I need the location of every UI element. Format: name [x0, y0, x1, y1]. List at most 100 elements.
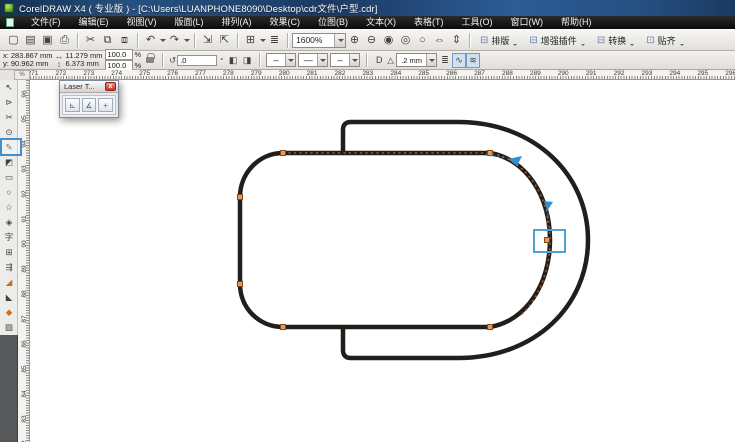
- polygon-tool[interactable]: ☆: [0, 200, 18, 215]
- close-curve-icon[interactable]: D: [372, 53, 386, 68]
- selected-segment-ticks: [283, 153, 550, 314]
- title-bar[interactable]: CorelDRAW X4 ( 专业版 ) - [C:\Users\LUANPHO…: [0, 0, 735, 16]
- laser-palette-titlebar[interactable]: Laser T... x: [60, 81, 118, 93]
- start-arrowhead-arrow[interactable]: [285, 54, 295, 66]
- new-icon[interactable]: ▢: [5, 31, 22, 49]
- interactive-fill-tool[interactable]: ▨: [0, 320, 18, 335]
- snap-dropdown-icon: [680, 44, 684, 46]
- object-height-value[interactable]: 6.373 mm: [66, 60, 99, 68]
- layout-plugin-button[interactable]: ⊟ 排版: [474, 31, 523, 49]
- curve-node[interactable]: [545, 238, 550, 243]
- undo-icon[interactable]: ↶: [142, 31, 159, 49]
- zoom-combo-arrow[interactable]: [334, 34, 345, 47]
- curve-node[interactable]: [488, 151, 493, 156]
- zoom-selected-icon[interactable]: ◉: [380, 31, 397, 49]
- zoom-level-combo[interactable]: 1600%: [292, 33, 346, 48]
- import-icon[interactable]: ⇲: [199, 31, 216, 49]
- end-arrowhead-arrow[interactable]: [349, 54, 359, 66]
- y-position-value[interactable]: 90.962 mm: [11, 60, 49, 68]
- paste-icon[interactable]: ⧈: [116, 31, 133, 49]
- snap-plugin-button[interactable]: ⊡ 贴齐: [640, 31, 689, 49]
- zoom-width-icon[interactable]: ⇔: [431, 31, 448, 49]
- menu-item[interactable]: 视图(V): [118, 16, 166, 29]
- scale-x-input[interactable]: 100.0: [105, 49, 133, 60]
- fill-tool[interactable]: ◆: [0, 305, 18, 320]
- blend-tool[interactable]: ⇶: [0, 260, 18, 275]
- toolbar-separator: [137, 33, 138, 48]
- line-style-arrow[interactable]: [317, 54, 327, 66]
- menu-item[interactable]: 表格(T): [405, 16, 453, 29]
- wrap-text-icon[interactable]: ≣: [438, 53, 452, 68]
- menu-item[interactable]: 帮助(H): [552, 16, 601, 29]
- lock-ratio-icon[interactable]: [146, 57, 154, 63]
- mirror-vertical-icon[interactable]: ◨: [240, 53, 254, 68]
- menu-item[interactable]: 位图(B): [309, 16, 357, 29]
- document-icon[interactable]: [6, 18, 14, 27]
- rotation-angle-input[interactable]: .0: [177, 55, 217, 66]
- laser-node-tool[interactable]: ⊾: [65, 98, 80, 112]
- text-tool[interactable]: 字: [0, 230, 18, 245]
- menu-item[interactable]: 版面(L): [166, 16, 213, 29]
- zoom-all-icon[interactable]: ◎: [397, 31, 414, 49]
- vertical-ruler[interactable]: 969594939291908988878685848382: [18, 80, 30, 442]
- curve-smooth-toggle[interactable]: ≋: [466, 53, 480, 68]
- outline-width-combo[interactable]: .2 mm: [396, 53, 437, 67]
- rectangle-tool[interactable]: ▭: [0, 170, 18, 185]
- redo-dropdown-icon[interactable]: [184, 39, 190, 42]
- menu-item[interactable]: 排列(A): [213, 16, 261, 29]
- pick-tool[interactable]: ↖: [0, 80, 18, 95]
- save-icon[interactable]: ▣: [39, 31, 56, 49]
- curve-node[interactable]: [281, 325, 286, 330]
- reduce-nodes-toggle[interactable]: ∿: [452, 53, 466, 68]
- zoom-page-icon[interactable]: ○: [414, 31, 431, 49]
- eyedropper-tool[interactable]: ◢: [0, 275, 18, 290]
- curve-node[interactable]: [238, 282, 243, 287]
- laser-cross-tool[interactable]: +: [98, 98, 113, 112]
- end-arrowhead-combo[interactable]: –: [330, 53, 360, 67]
- laser-curve-tool[interactable]: ∡: [82, 98, 97, 112]
- basic-shapes-tool[interactable]: ◈: [0, 215, 18, 230]
- menu-item[interactable]: 文本(X): [357, 16, 405, 29]
- ruler-origin-button[interactable]: %: [14, 70, 30, 80]
- print-icon[interactable]: ⎙: [56, 31, 73, 49]
- ellipse-tool[interactable]: ○: [0, 185, 18, 200]
- line-style-combo[interactable]: —: [298, 53, 328, 67]
- open-icon[interactable]: ▤: [22, 31, 39, 49]
- menu-item[interactable]: 工具(O): [453, 16, 502, 29]
- convert-plugin-button[interactable]: ⊟ 转换: [591, 31, 640, 49]
- shape-tool[interactable]: ⊳: [0, 95, 18, 110]
- drawing-canvas[interactable]: Laser T... x ⊾ ∡ +: [30, 80, 735, 442]
- menu-items: 文件(F)编辑(E)视图(V)版面(L)排列(A)效果(C)位图(B)文本(X)…: [22, 16, 601, 29]
- table-tool[interactable]: ⊞: [0, 245, 18, 260]
- copy-icon[interactable]: ⧉: [99, 31, 116, 49]
- mirror-horizontal-icon[interactable]: ◧: [226, 53, 240, 68]
- curve-node[interactable]: [281, 151, 286, 156]
- app-launcher-icon[interactable]: ⊞: [242, 31, 259, 49]
- start-arrowhead-combo[interactable]: –: [266, 53, 296, 67]
- enhance-plugin-button[interactable]: ⊟ 增强插件: [523, 31, 590, 49]
- laser-tool-palette[interactable]: Laser T... x ⊾ ∡ +: [59, 80, 119, 118]
- knife-tool[interactable]: ✂: [0, 110, 18, 125]
- export-icon[interactable]: ⇱: [216, 31, 233, 49]
- redo-icon[interactable]: ↷: [166, 31, 183, 49]
- zoom-out-icon[interactable]: ⊖: [363, 31, 380, 49]
- end-arrowhead-value: –: [331, 55, 349, 65]
- size-fields: ↔ 11.279 mm ↕ 6.373 mm: [55, 52, 103, 68]
- zoom-in-icon[interactable]: ⊕: [346, 31, 363, 49]
- selected-stadium-curve[interactable]: [240, 153, 550, 327]
- propbar-separator: [366, 53, 367, 67]
- curve-node[interactable]: [488, 325, 493, 330]
- menu-item[interactable]: 编辑(E): [70, 16, 118, 29]
- zoom-height-icon[interactable]: ⇕: [448, 31, 465, 49]
- close-icon[interactable]: x: [105, 82, 116, 91]
- menu-item[interactable]: 效果(C): [261, 16, 310, 29]
- outline-tool[interactable]: ◣: [0, 290, 18, 305]
- curve-node[interactable]: [238, 195, 243, 200]
- smart-fill-tool[interactable]: ◩: [0, 155, 18, 170]
- menu-item[interactable]: 文件(F): [22, 16, 70, 29]
- outline-width-arrow[interactable]: [426, 54, 436, 66]
- welcome-screen-icon[interactable]: ≣: [266, 31, 283, 49]
- cut-icon[interactable]: ✂: [82, 31, 99, 49]
- horizontal-ruler[interactable]: 2712722732742752762772782792802812822832…: [30, 70, 735, 80]
- menu-item[interactable]: 窗口(W): [502, 16, 553, 29]
